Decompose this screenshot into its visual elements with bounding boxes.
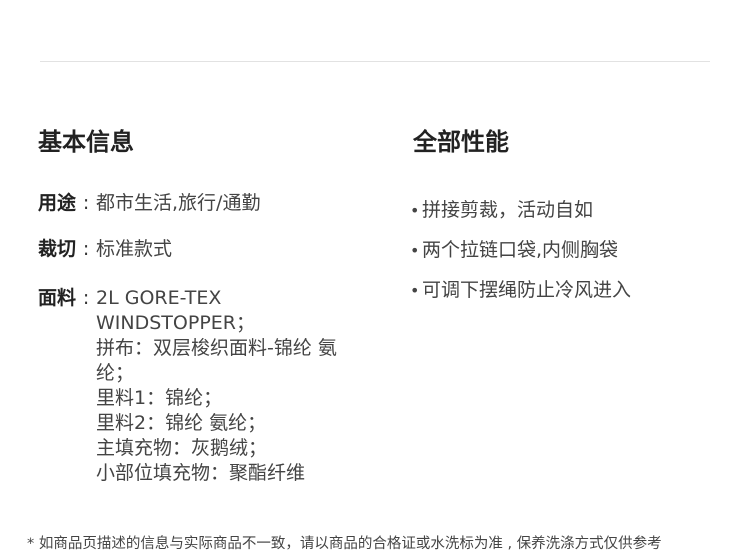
fabric-label: 面料 [38, 287, 77, 309]
bullet-icon: • [410, 200, 420, 220]
performance-list: • 拼接剪裁，活动自如 • 两个拉链口袋,内侧胸袋 • 可调下摆绳防止冷风进入 [410, 190, 631, 310]
fabric-value: 2L GORE-TEX WINDSTOPPER； 拼布：双层梭织面料-锦纶 氨纶… [96, 286, 348, 486]
performance-title: 全部性能 [413, 128, 509, 156]
fabric-colon: : [82, 287, 90, 309]
fabric-line: 拼布：双层梭织面料-锦纶 氨纶； [96, 337, 337, 384]
performance-item: • 拼接剪裁，活动自如 [410, 190, 631, 230]
bullet-icon: • [410, 240, 420, 260]
fabric-row: 面料 : 2L GORE-TEX WINDSTOPPER； 拼布：双层梭织面料-… [38, 286, 348, 486]
performance-item: • 两个拉链口袋,内侧胸袋 [410, 230, 631, 270]
cut-label: 裁切 [38, 238, 77, 260]
performance-item-text: 可调下摆绳防止冷风进入 [422, 278, 632, 301]
performance-item: • 可调下摆绳防止冷风进入 [410, 270, 631, 310]
basic-info-title: 基本信息 [38, 128, 134, 156]
fabric-line: 2L GORE-TEX WINDSTOPPER； [96, 287, 255, 334]
usage-value: 都市生活,旅行/通勤 [96, 192, 261, 214]
disclaimer-footnote: * 如商品页描述的信息与实际商品不一致，请以商品的合格证或水洗标为准 , 保养洗… [27, 536, 662, 552]
performance-item-text: 拼接剪裁，活动自如 [422, 198, 594, 221]
bullet-icon: • [410, 280, 420, 300]
cut-colon: : [82, 238, 90, 260]
fabric-line: 里料1：锦纶； [96, 387, 223, 409]
performance-item-text: 两个拉链口袋,内侧胸袋 [422, 238, 619, 261]
cut-row: 裁切 : 标准款式 [38, 237, 348, 262]
fabric-line: 小部位填充物：聚酯纤维 [96, 462, 306, 484]
cut-value: 标准款式 [96, 238, 173, 260]
usage-label: 用途 [38, 192, 77, 214]
usage-colon: : [82, 192, 90, 214]
top-divider [40, 61, 710, 62]
fabric-line: 里料2：锦纶 氨纶； [96, 412, 267, 434]
usage-row: 用途 : 都市生活,旅行/通勤 [38, 191, 348, 216]
fabric-line: 主填充物：灰鹅绒； [96, 437, 268, 459]
